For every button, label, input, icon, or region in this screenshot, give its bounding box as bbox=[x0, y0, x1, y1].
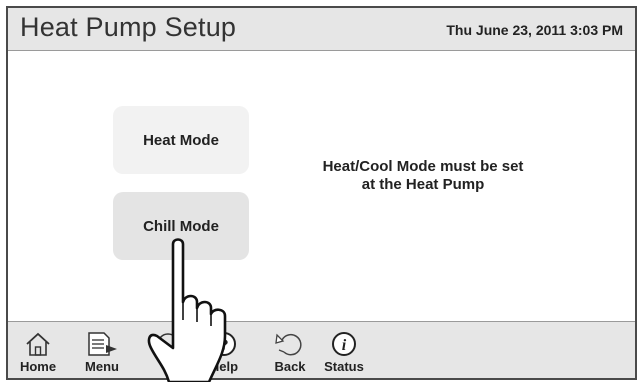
page-title: Heat Pump Setup bbox=[20, 12, 237, 42]
nav-home-label: Home bbox=[19, 359, 57, 374]
nav-status-label: Status bbox=[324, 359, 364, 374]
header-bar: Heat Pump Setup Thu June 23, 2011 3:03 P… bbox=[8, 8, 635, 51]
nav-touch-label: uch bbox=[172, 359, 196, 374]
heat-mode-label: Heat Mode bbox=[143, 131, 219, 149]
chill-mode-label: Chill Mode bbox=[143, 217, 219, 235]
home-icon bbox=[26, 332, 50, 356]
nav-help-label: Help bbox=[209, 359, 239, 374]
status-icon: i bbox=[332, 332, 356, 356]
touch-icon bbox=[157, 333, 179, 355]
heat-mode-button[interactable]: Heat Mode bbox=[113, 106, 249, 174]
menu-icon bbox=[88, 332, 117, 356]
nav-status[interactable]: i Status bbox=[314, 330, 374, 374]
nav-back-label: Back bbox=[274, 359, 306, 374]
notice-line-2: at the Heat Pump bbox=[361, 176, 485, 193]
footer-nav: Home Menu uch ? Help Back i Status bbox=[8, 321, 635, 378]
nav-touch[interactable]: uch bbox=[138, 330, 198, 374]
nav-help[interactable]: ? Help bbox=[194, 330, 254, 374]
mode-notice: Heat/Cool Mode must be set at the Heat P… bbox=[268, 158, 578, 194]
chill-mode-button[interactable]: Chill Mode bbox=[113, 192, 249, 260]
screen-frame: Heat Pump Setup Thu June 23, 2011 3:03 P… bbox=[6, 6, 637, 380]
nav-home[interactable]: Home bbox=[8, 330, 68, 374]
svg-text:?: ? bbox=[219, 337, 228, 354]
svg-text:i: i bbox=[342, 337, 347, 354]
notice-line-1: Heat/Cool Mode must be set bbox=[322, 158, 524, 175]
nav-menu[interactable]: Menu bbox=[72, 330, 132, 374]
nav-menu-label: Menu bbox=[85, 359, 119, 374]
date-time: Thu June 23, 2011 3:03 PM bbox=[446, 22, 623, 38]
back-icon bbox=[275, 333, 302, 356]
help-icon: ? bbox=[212, 332, 236, 356]
nav-back[interactable]: Back bbox=[260, 330, 320, 374]
